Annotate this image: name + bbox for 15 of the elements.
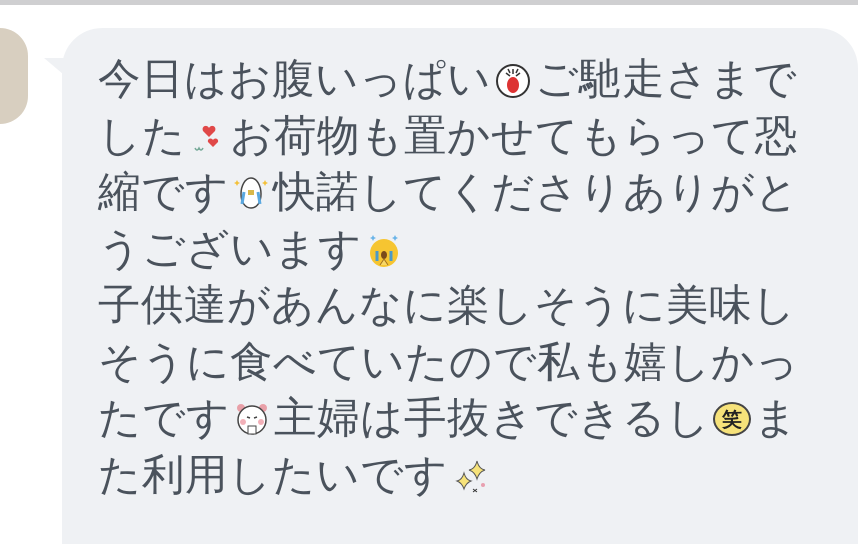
message-text: 快諾してくださりありがと xyxy=(273,167,799,219)
message-text: た利用したいです xyxy=(98,450,448,502)
message-text: ご馳走さまで xyxy=(535,54,797,106)
screaming-face-icon xyxy=(494,61,532,100)
message-text: そうに食べていたので私も嬉しかっ xyxy=(98,336,799,388)
message-text: ま xyxy=(754,393,798,445)
message-text: 子供達があんなに楽しそうに美味し xyxy=(98,280,796,332)
message-text: 縮です xyxy=(98,167,229,219)
laugh-sticker-icon: 笑 xyxy=(713,402,751,436)
message-text: お荷物も置かせてもらって恐 xyxy=(230,110,798,162)
message-text: 今日はお腹いっぱい xyxy=(98,54,491,106)
message-text: うございます xyxy=(98,224,362,276)
message-text: 主婦は手抜きできるし xyxy=(274,393,710,445)
message-text: たです xyxy=(98,393,230,445)
message-text: した xyxy=(98,110,186,162)
